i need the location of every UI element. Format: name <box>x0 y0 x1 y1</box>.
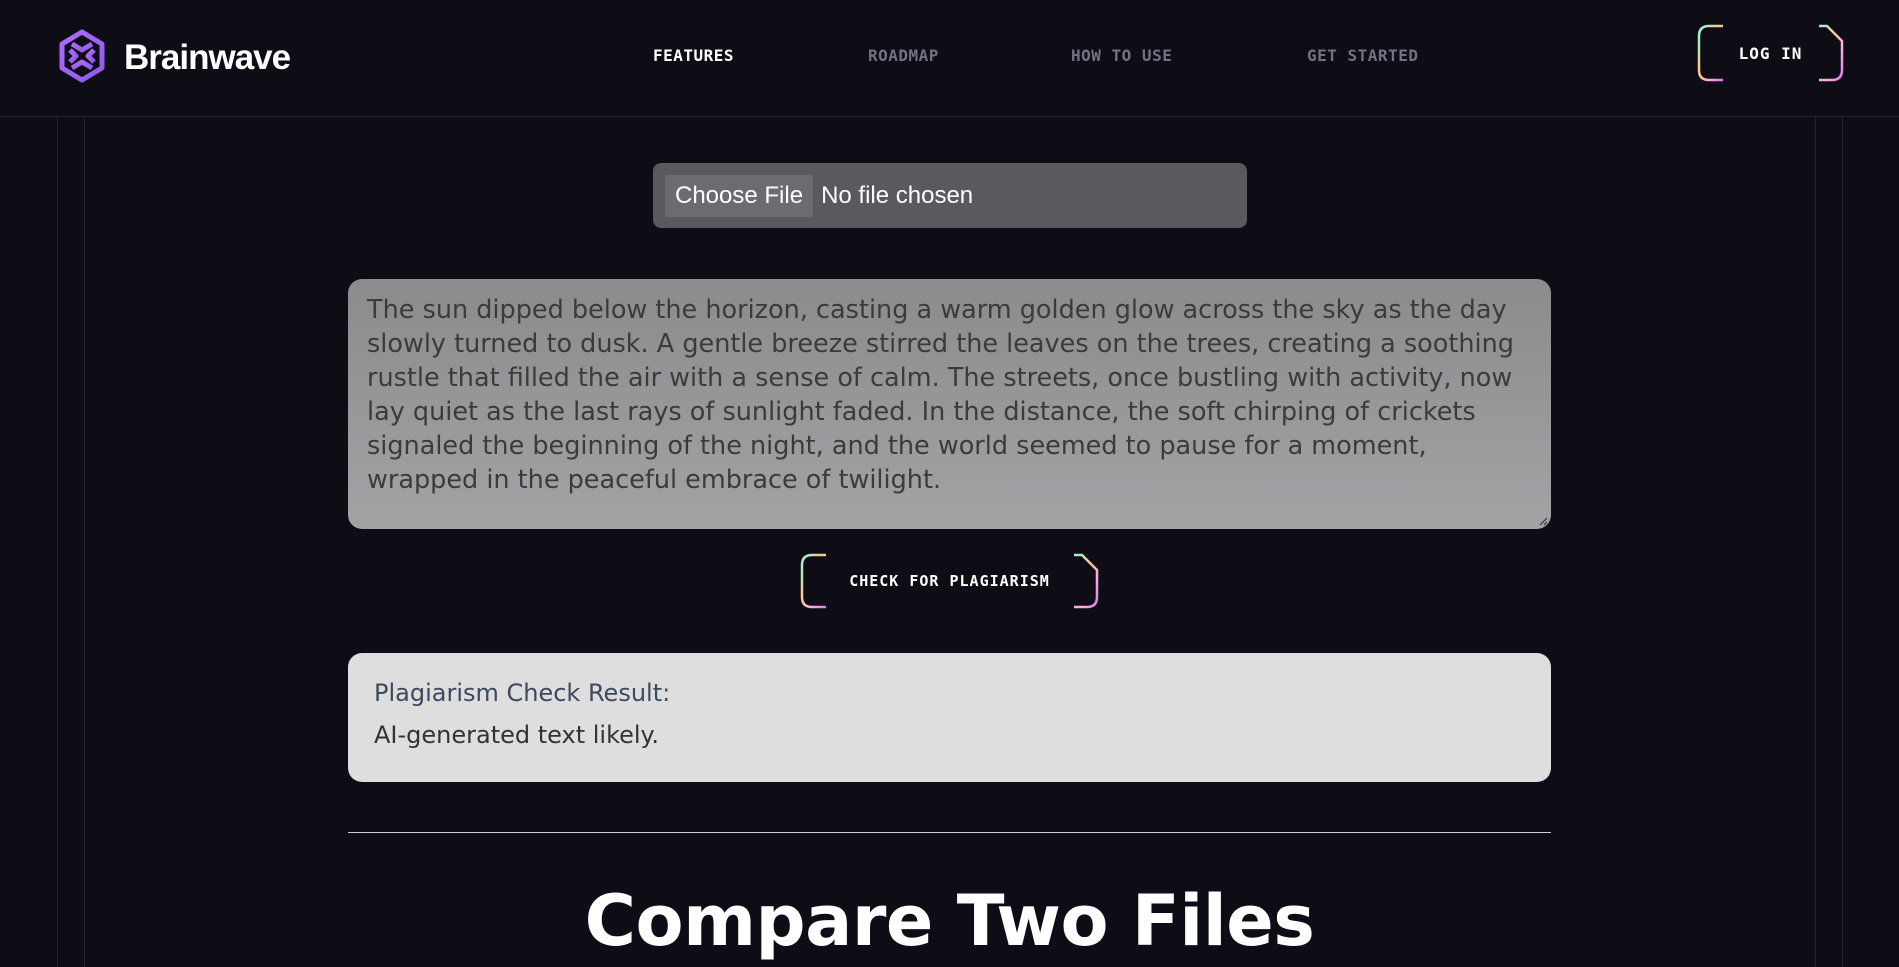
file-upload-field[interactable]: Choose File No file chosen <box>653 163 1247 228</box>
check-plagiarism-button[interactable]: CHECK FOR PLAGIARISM <box>800 553 1099 609</box>
nav-item-get-started[interactable]: GET STARTED <box>1307 46 1418 65</box>
file-status-text: No file chosen <box>821 181 974 209</box>
top-header: Brainwave FEATURES ROADMAP HOW TO USE GE… <box>0 0 1899 117</box>
compare-section-title: Compare Two Files <box>584 880 1315 962</box>
nav-item-features[interactable]: FEATURES <box>653 46 734 65</box>
plagiarism-result-panel: Plagiarism Check Result: AI-generated te… <box>348 653 1551 782</box>
brainwave-logo-icon <box>54 28 110 88</box>
choose-file-button[interactable]: Choose File <box>665 174 814 217</box>
text-input-content: The sun dipped below the horizon, castin… <box>367 295 1514 495</box>
section-divider <box>348 832 1551 833</box>
nav-item-how-to-use[interactable]: HOW TO USE <box>1071 46 1172 65</box>
resize-handle-icon[interactable] <box>1538 516 1548 526</box>
brand-name: Brainwave <box>124 38 291 77</box>
login-button-label: LOG IN <box>1738 43 1803 63</box>
frame-line-right-outer <box>1842 117 1843 967</box>
check-plagiarism-label: CHECK FOR PLAGIARISM <box>849 572 1050 590</box>
frame-line-left-outer <box>57 117 58 967</box>
nav-item-roadmap[interactable]: ROADMAP <box>868 46 939 65</box>
text-input-area[interactable]: The sun dipped below the horizon, castin… <box>348 279 1551 529</box>
frame-line-right-inner <box>1815 117 1816 967</box>
brand-logo[interactable]: Brainwave <box>54 28 291 88</box>
frame-line-left-inner <box>84 117 85 967</box>
result-text: AI-generated text likely. <box>374 721 659 749</box>
login-button[interactable]: LOG IN <box>1697 24 1844 82</box>
result-title: Plagiarism Check Result: <box>374 679 671 707</box>
